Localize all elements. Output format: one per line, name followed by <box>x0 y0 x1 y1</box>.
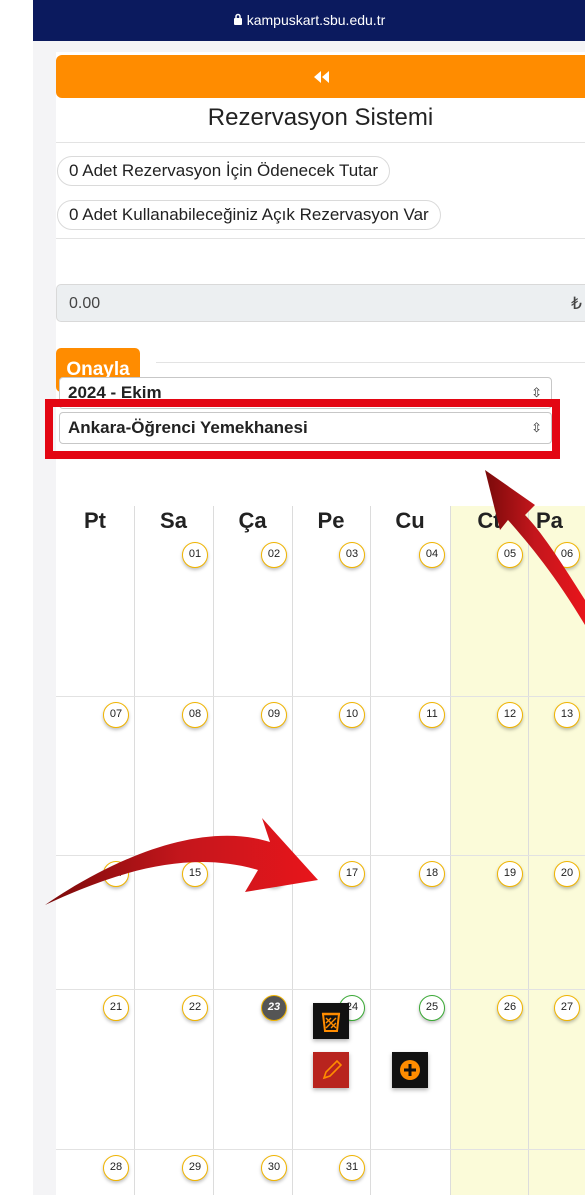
amount-value: 0.00 <box>69 295 101 312</box>
edit-reservation-button[interactable] <box>313 1052 349 1088</box>
url-text: kampuskart.sbu.edu.tr <box>246 12 386 28</box>
calendar-day-02[interactable]: 02 <box>261 542 287 568</box>
divider <box>56 238 585 239</box>
calendar-column-line <box>292 506 293 1195</box>
amount-field[interactable]: 0.00 ₺ <box>56 284 585 322</box>
calendar-row-line <box>56 1149 585 1150</box>
calendar-day-04[interactable]: 04 <box>419 542 445 568</box>
calendar-day-22[interactable]: 22 <box>182 995 208 1021</box>
dayname-sat: Ct <box>477 508 501 533</box>
calendar-day-14[interactable]: 14 <box>103 861 129 887</box>
calendar-day-17[interactable]: 17 <box>339 861 365 887</box>
plus-circle-icon <box>392 1060 428 1092</box>
calendar-row-line <box>56 855 585 856</box>
highlight-box-location-select <box>45 399 560 459</box>
calendar-day-12[interactable]: 12 <box>497 702 523 728</box>
dayname-mon: Pt <box>84 508 106 533</box>
calendar-day-10[interactable]: 10 <box>339 702 365 728</box>
trash-basket-icon <box>313 1012 349 1043</box>
calendar-day-07[interactable]: 07 <box>103 702 129 728</box>
open-reservations-badge: 0 Adet Kullanabileceğiniz Açık Rezervasy… <box>57 200 441 230</box>
calendar-row-line <box>56 989 585 990</box>
lock-icon <box>233 1 243 42</box>
page-title: Rezervasyon Sistemi <box>207 104 434 131</box>
calendar-column-line <box>450 506 451 1195</box>
calendar-day-13[interactable]: 13 <box>554 702 580 728</box>
calendar-day-11[interactable]: 11 <box>419 702 445 728</box>
currency-symbol: ₺ <box>571 294 582 313</box>
dayname-wed: Ça <box>238 508 267 533</box>
calendar-header: Pt Sa Ça Pe Cu Ct Pa <box>56 506 585 536</box>
calendar-day-23[interactable]: 23 <box>261 995 287 1021</box>
calendar-day-30[interactable]: 30 <box>261 1155 287 1181</box>
delete-reservation-button[interactable] <box>313 1003 349 1039</box>
add-reservation-button[interactable] <box>392 1052 428 1088</box>
weekend-highlight <box>450 506 585 1195</box>
double-chevron-left-icon <box>312 66 330 86</box>
pencil-icon <box>313 1059 349 1092</box>
calendar-column-line <box>213 506 214 1195</box>
calendar-day-01[interactable]: 01 <box>182 542 208 568</box>
dayname-tue: Sa <box>160 508 187 533</box>
calendar-day-05[interactable]: 05 <box>497 542 523 568</box>
calendar-day-03[interactable]: 03 <box>339 542 365 568</box>
calendar-day-26[interactable]: 26 <box>497 995 523 1021</box>
calendar-day-28[interactable]: 28 <box>103 1155 129 1181</box>
calendar-day-29[interactable]: 29 <box>182 1155 208 1181</box>
calendar-day-08[interactable]: 08 <box>182 702 208 728</box>
reservation-page: Rezervasyon Sistemi 0 Adet Rezervasyon İ… <box>56 52 585 1195</box>
back-button[interactable] <box>56 55 585 98</box>
calendar-day-09[interactable]: 09 <box>261 702 287 728</box>
calendar-day-31[interactable]: 31 <box>339 1155 365 1181</box>
divider <box>56 142 585 143</box>
browser-address-bar[interactable]: kampuskart.sbu.edu.tr <box>33 0 585 41</box>
calendar-day-18[interactable]: 18 <box>419 861 445 887</box>
divider <box>156 362 585 363</box>
calendar-day-20[interactable]: 20 <box>554 861 580 887</box>
calendar-day-15[interactable]: 15 <box>182 861 208 887</box>
calendar-row-line <box>56 696 585 697</box>
calendar-column-line <box>528 506 529 1195</box>
calendar-column-line <box>134 506 135 1195</box>
payment-summary-badge: 0 Adet Rezervasyon İçin Ödenecek Tutar <box>57 156 391 186</box>
calendar-day-16[interactable]: 16 <box>261 861 287 887</box>
dayname-sun: Pa <box>536 508 563 533</box>
calendar-column-line <box>370 506 371 1195</box>
calendar-day-27[interactable]: 27 <box>554 995 580 1021</box>
calendar-day-21[interactable]: 21 <box>103 995 129 1021</box>
dayname-thu: Pe <box>317 508 345 533</box>
dayname-fri: Cu <box>395 508 425 533</box>
page-shell: Rezervasyon Sistemi 0 Adet Rezervasyon İ… <box>33 41 585 1195</box>
calendar-day-25[interactable]: 25 <box>419 995 445 1021</box>
calendar-day-06[interactable]: 06 <box>554 542 580 568</box>
calendar-day-19[interactable]: 19 <box>497 861 523 887</box>
